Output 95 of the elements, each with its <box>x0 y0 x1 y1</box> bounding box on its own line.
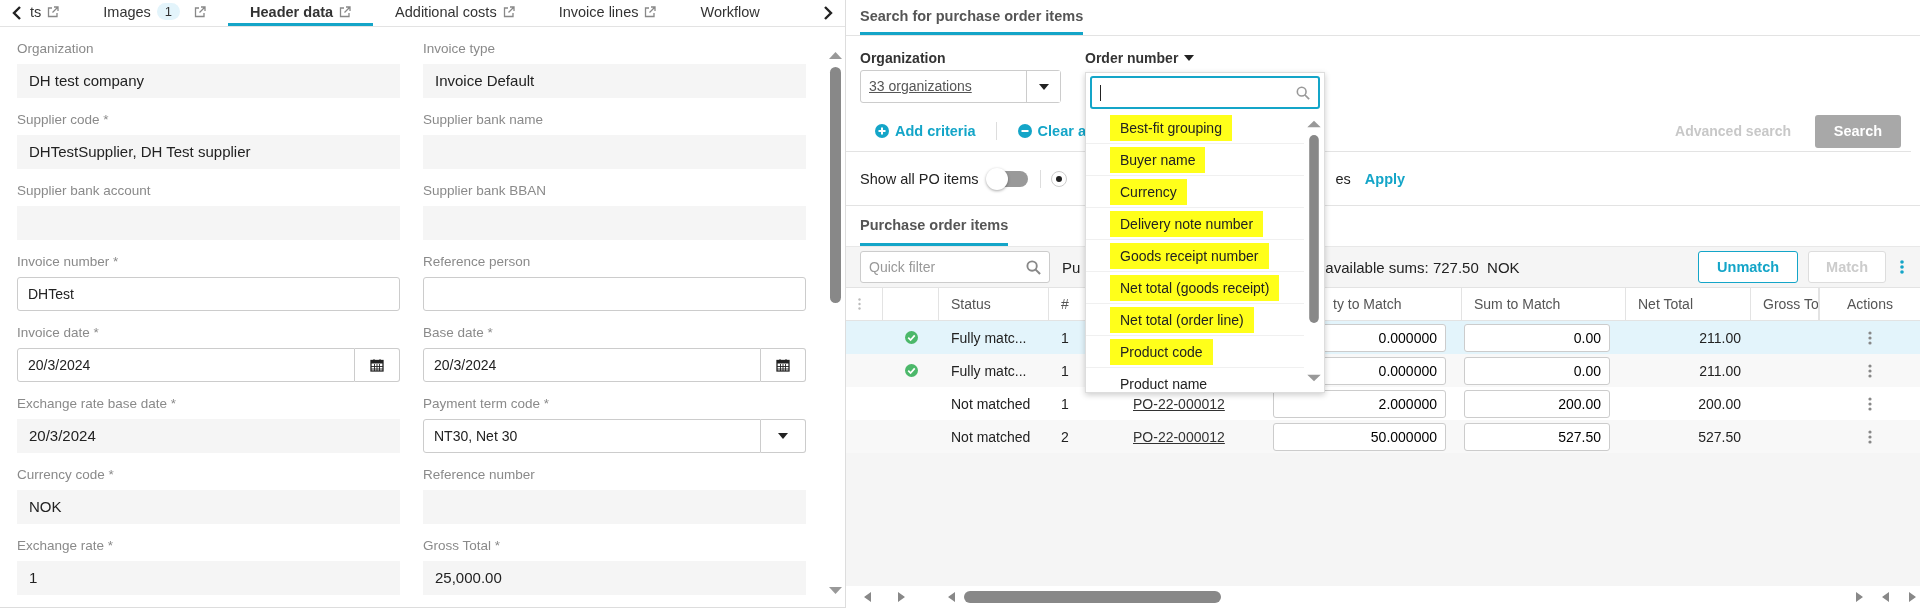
minus-circle-icon <box>1017 124 1032 138</box>
table-cell-text: 211.00 <box>1698 361 1742 381</box>
field-label: Invoice type <box>423 40 497 58</box>
dropdown-search-field[interactable] <box>1090 76 1320 109</box>
calendar-button[interactable] <box>355 348 400 382</box>
tab[interactable]: ts <box>26 0 82 26</box>
field-label: Gross Total * <box>423 537 502 555</box>
caret-icon <box>1038 83 1049 90</box>
chevron-right-icon[interactable] <box>823 6 833 20</box>
table-cell-text: 1 <box>1060 361 1070 381</box>
field-label: Organization <box>17 40 95 58</box>
field-label: Supplier code * <box>17 111 110 129</box>
tab[interactable]: Invoice lines <box>536 0 679 26</box>
field-label: Reference number <box>423 466 536 484</box>
date-field[interactable]: 20/3/2024 <box>423 348 761 382</box>
read-only-field: 1 <box>17 561 400 595</box>
input-field[interactable] <box>423 277 806 311</box>
date-field[interactable]: 20/3/2024 <box>17 348 355 382</box>
table-cell-text: Fully matc... <box>950 328 1028 348</box>
read-only-field: NOK <box>17 490 400 524</box>
quantity-input[interactable]: 2.000000 <box>1273 389 1446 418</box>
dropdown-option[interactable]: Product code <box>1086 336 1304 368</box>
table-cell-text: 527.50 <box>1697 427 1742 447</box>
calendar-icon <box>370 358 384 372</box>
table-cell-text: 1 <box>1060 328 1070 348</box>
field-label: Supplier bank account <box>17 182 152 200</box>
tab[interactable]: Images 1 <box>81 0 229 26</box>
tab[interactable]: Search for purchase order items <box>860 0 1084 35</box>
drag-handle-icon[interactable] <box>858 298 861 310</box>
field-label: Supplier bank name <box>423 111 545 129</box>
calendar-button[interactable] <box>761 348 806 382</box>
tab[interactable]: Workflow <box>678 0 782 26</box>
field-label: Organization <box>860 49 947 68</box>
field-label: Base date * <box>423 324 494 342</box>
field-label: Exchange rate base date * <box>17 395 178 413</box>
field-label: Currency code * <box>17 466 115 484</box>
caret-icon <box>778 433 788 439</box>
table-cell-text: Not matched <box>950 394 1032 414</box>
more-icon[interactable] <box>1868 363 1872 378</box>
column-header[interactable]: Sum to Match <box>1462 288 1626 320</box>
search-icon <box>1026 260 1041 275</box>
select-field[interactable]: NT30, Net 30 <box>423 419 761 453</box>
table-cell-text: 211.00 <box>1698 328 1742 348</box>
table-cell-text: Not matched <box>950 427 1032 447</box>
summary-text: available sums: 727.50 NOK <box>1325 258 1520 276</box>
dropdown-option[interactable]: Currency <box>1086 176 1304 208</box>
read-only-field: 20/3/2024 <box>17 419 400 453</box>
dropdown-option[interactable]: Best-fit grouping <box>1086 112 1304 144</box>
input-field[interactable]: DHTest <box>17 277 400 311</box>
more-icon[interactable] <box>1868 330 1872 345</box>
quick-filter-field[interactable]: Quick filter <box>860 251 1050 283</box>
more-icon[interactable] <box>1868 429 1872 444</box>
field-label: Supplier bank BBAN <box>423 182 548 200</box>
order-link[interactable]: PO-22-000012 <box>1103 395 1225 412</box>
scrollbar-drawing[interactable] <box>846 586 1920 608</box>
more-icon[interactable] <box>1900 260 1904 274</box>
column-header[interactable]: Status <box>939 288 1049 320</box>
search-icon <box>1296 85 1310 100</box>
column-header[interactable]: Net Total <box>1626 288 1751 320</box>
column-header[interactable]: Actions <box>1819 288 1920 320</box>
calendar-icon <box>776 358 790 372</box>
chevron-left-icon[interactable] <box>12 6 22 20</box>
field-label: Invoice date * <box>17 324 100 342</box>
radio-label: es <box>1335 170 1351 187</box>
more-icon[interactable] <box>1868 396 1872 411</box>
read-only-field: DHTestSupplier, DH Test supplier <box>17 135 400 169</box>
sum-input[interactable]: 527.50 <box>1464 422 1610 451</box>
caret-icon <box>1184 55 1195 61</box>
sum-input[interactable]: 200.00 <box>1464 389 1610 418</box>
order-link[interactable]: PO-22-000012 <box>1103 428 1225 445</box>
tab[interactable]: Header data <box>228 0 374 26</box>
field-label: Payment term code * <box>423 395 551 413</box>
quantity-input[interactable]: 50.000000 <box>1273 422 1446 451</box>
read-only-field: 25,000.00 <box>423 561 806 595</box>
field-label: Invoice number * <box>17 253 120 271</box>
field-label: Exchange rate * <box>17 537 115 555</box>
order-number-criteria[interactable]: Order number <box>1085 48 1195 68</box>
dropdown-button[interactable] <box>1026 71 1060 102</box>
sum-input[interactable]: 0.00 <box>1464 356 1610 385</box>
table-cell-text: 2 <box>1060 427 1070 447</box>
table-cell-text: 200.00 <box>1697 394 1742 414</box>
summary-text: Pu <box>1062 258 1081 276</box>
table-cell-text: 1 <box>1060 394 1070 414</box>
read-only-field: DH test company <box>17 64 400 98</box>
plus-circle-icon <box>875 124 889 138</box>
field-label: Reference person <box>423 253 532 271</box>
sum-input[interactable]: 0.00 <box>1464 323 1610 352</box>
toggle-label: Show all PO items <box>860 170 979 187</box>
dropdown-option[interactable]: Buyer name <box>1086 144 1304 176</box>
read-only-field: Invoice Default <box>423 64 806 98</box>
column-header[interactable]: Gross To <box>1751 288 1819 320</box>
count-badge: 1 <box>156 3 181 20</box>
tab[interactable]: Additional costs <box>373 0 537 26</box>
table-cell-text: Fully matc... <box>950 361 1028 381</box>
toggle-switch[interactable] <box>988 170 1029 187</box>
